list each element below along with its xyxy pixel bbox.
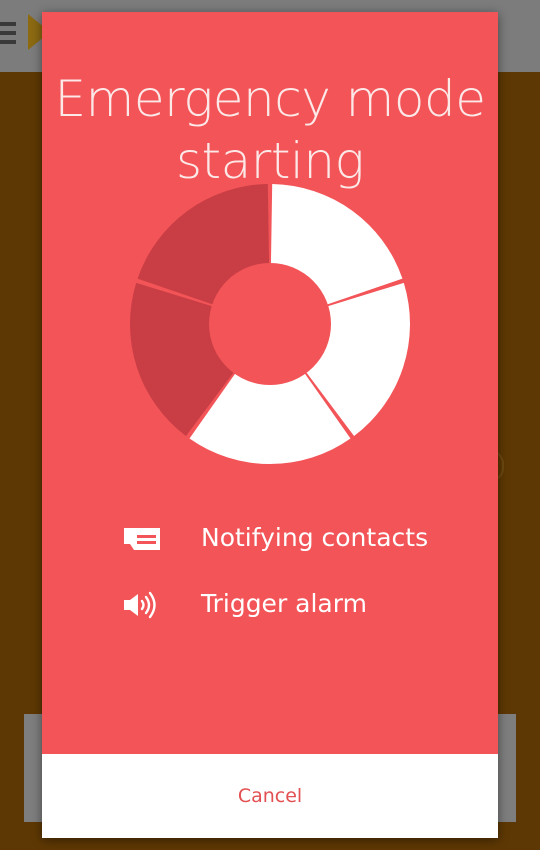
dialog-title: Emergency mode starting: [42, 68, 498, 192]
status-item-trigger-alarm: Trigger alarm: [42, 582, 498, 648]
menu-icon: [0, 22, 16, 46]
dialog-footer: Cancel: [42, 754, 498, 838]
app-screen: Emergency mode starting Notifying contac…: [0, 0, 540, 850]
dialog-title-line-1: Emergency mode: [54, 70, 486, 128]
countdown-progress-ring: [130, 184, 411, 464]
message-icon: [124, 528, 160, 550]
status-label: Trigger alarm: [201, 589, 367, 618]
status-label: Notifying contacts: [201, 523, 429, 552]
progress-ring-center: [209, 263, 331, 385]
speaker-icon: [124, 591, 156, 619]
status-item-notifying-contacts: Notifying contacts: [42, 516, 498, 582]
emergency-mode-dialog: Emergency mode starting Notifying contac…: [42, 12, 498, 838]
cancel-button[interactable]: Cancel: [42, 754, 498, 838]
status-list: Notifying contacts Trigger alarm: [42, 516, 498, 648]
